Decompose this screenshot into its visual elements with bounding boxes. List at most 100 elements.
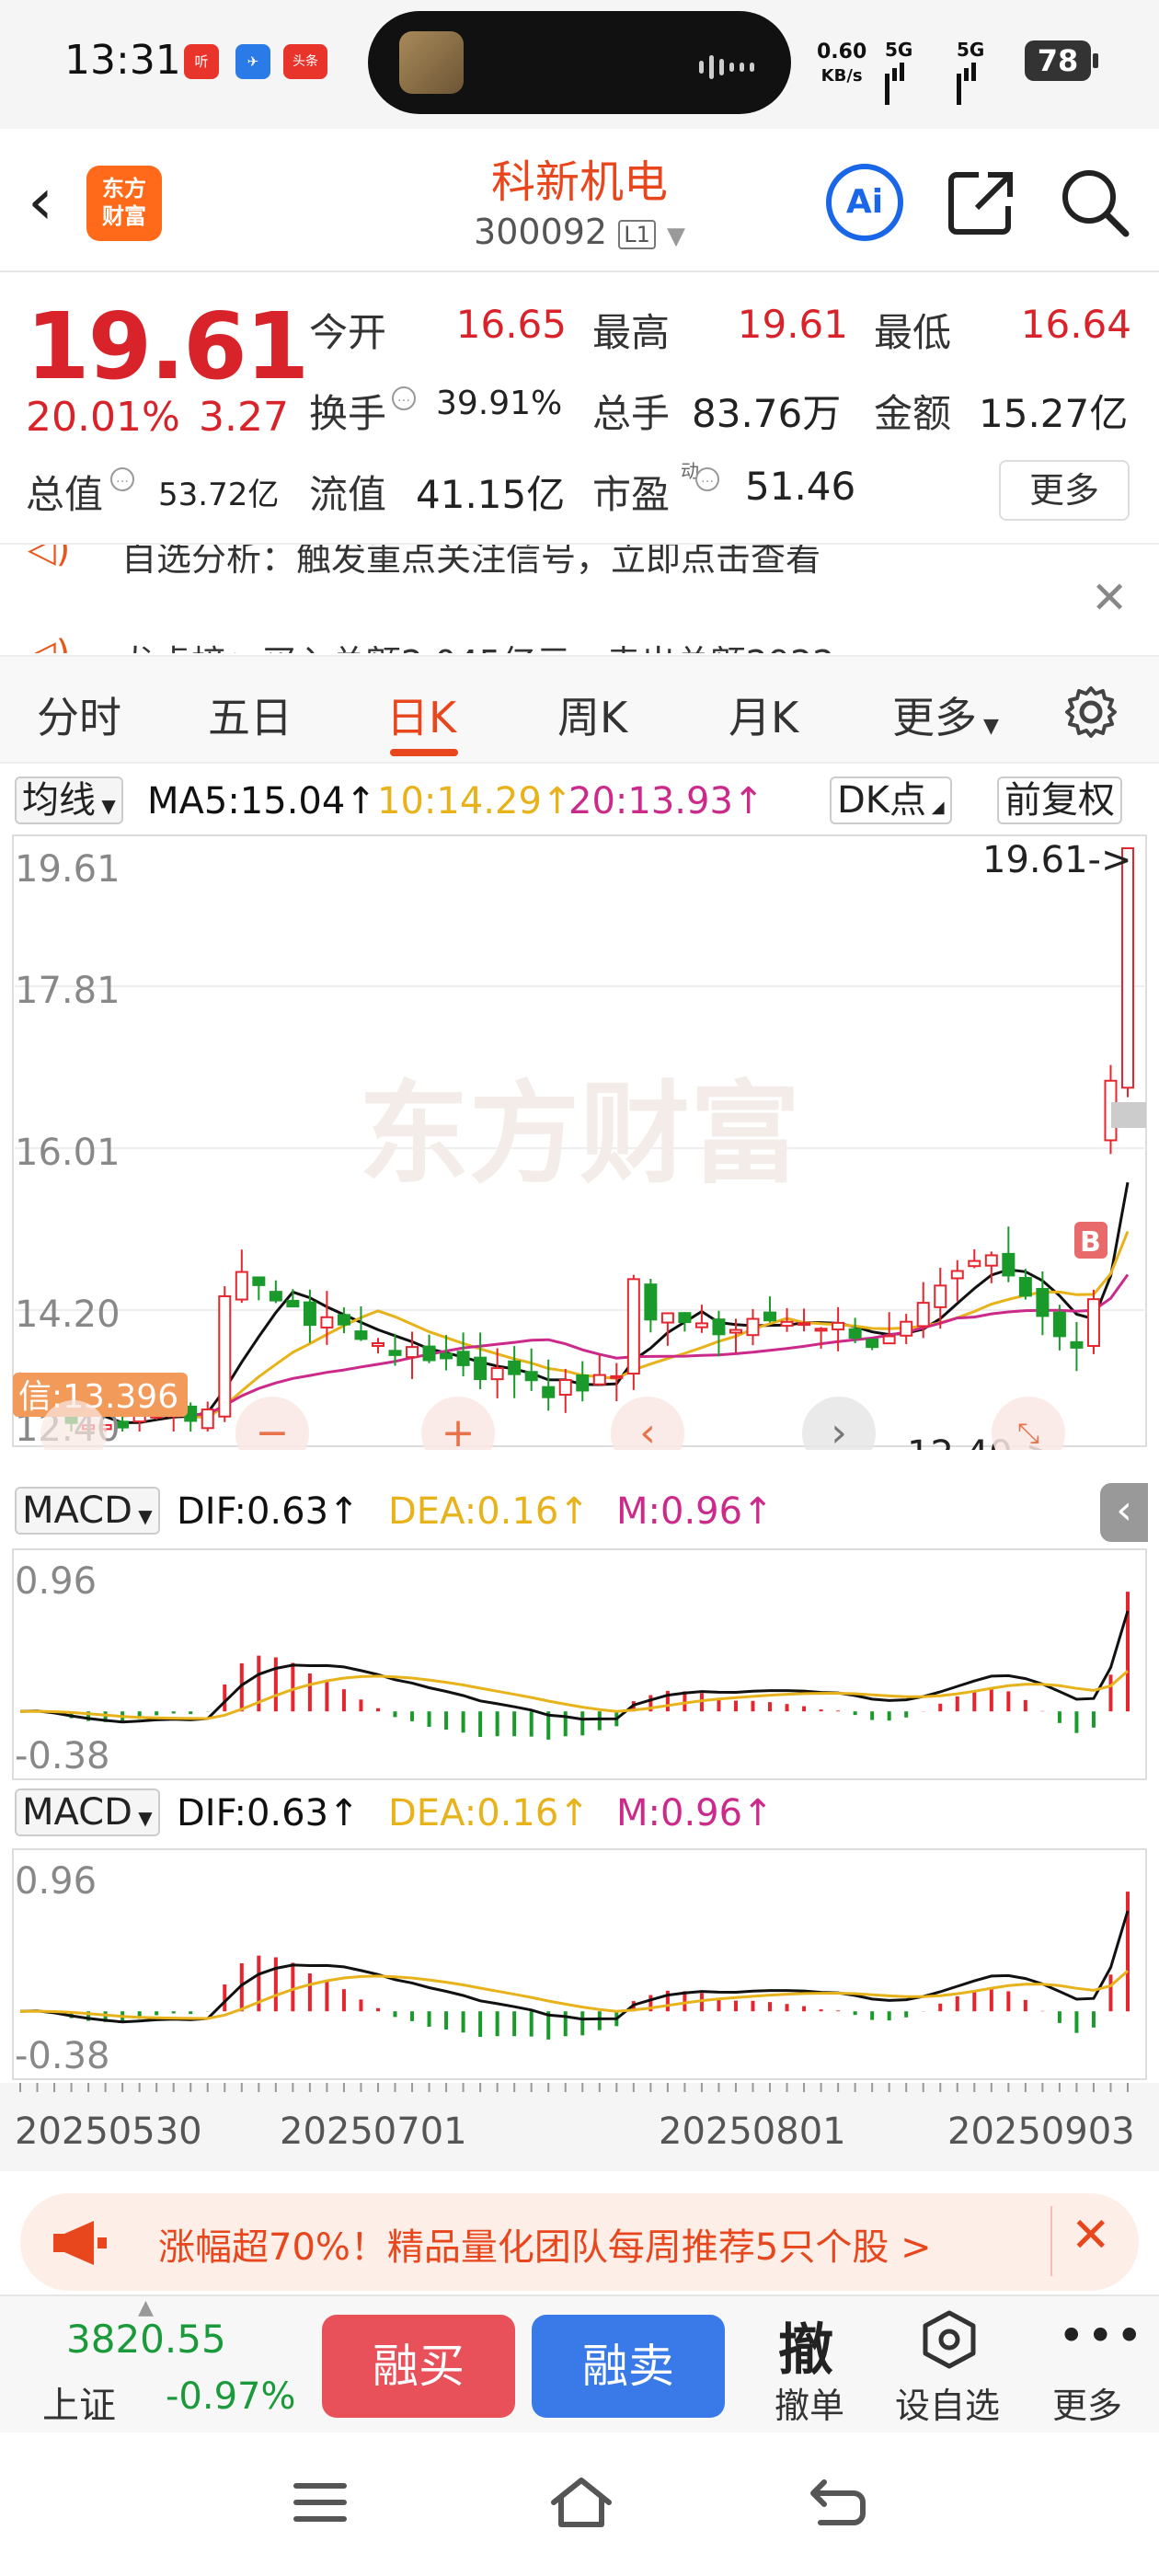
speaker-icon: ◁) xyxy=(28,633,70,653)
tab-weekly-k[interactable]: 周K xyxy=(557,684,627,745)
dk-point-selector[interactable]: DK点 ◢ xyxy=(830,776,952,824)
candle-body xyxy=(592,1374,606,1386)
level-badge: L1 xyxy=(618,219,656,249)
back-nav-icon[interactable] xyxy=(808,2477,866,2528)
quote-more-button[interactable]: 更多 xyxy=(999,460,1130,521)
promo-banner[interactable]: 涨幅超70%！精品量化团队每周推荐5只个股 > ✕ xyxy=(20,2193,1139,2291)
search-icon[interactable] xyxy=(1052,160,1135,243)
candle-body xyxy=(694,1322,708,1328)
audio-wave-icon xyxy=(699,55,760,79)
candle-body xyxy=(1086,1298,1100,1347)
tab-timeshare[interactable]: 分时 xyxy=(37,684,121,745)
margin-sell-button[interactable]: 融卖 xyxy=(532,2315,725,2418)
cancel-order-label[interactable]: 撤单 xyxy=(754,2377,865,2428)
change-amount: 3.27 xyxy=(199,394,289,441)
tab-more[interactable]: 更多 ▼ xyxy=(892,684,999,745)
ma5-value: MA5:15.04↑ xyxy=(147,780,376,822)
caret-down-icon: ▼ xyxy=(132,1505,153,1527)
dynamic-island[interactable] xyxy=(368,11,791,114)
margin-buy-button[interactable]: 融买 xyxy=(322,2315,515,2418)
media-thumbnail xyxy=(399,31,464,94)
candle-body xyxy=(934,1284,947,1308)
active-tab-indicator xyxy=(390,749,458,756)
ai-button[interactable]: Ai xyxy=(826,164,903,241)
candle-body xyxy=(422,1345,436,1362)
x-label-4: 20250903 xyxy=(947,2110,1135,2153)
candle-body xyxy=(371,1341,384,1347)
tab-daily-k[interactable]: 日K xyxy=(386,684,456,745)
index-change: -0.97% xyxy=(166,2375,296,2418)
candle-body xyxy=(201,1409,214,1430)
float-value: 41.15亿 xyxy=(416,472,566,517)
side-panel-toggle[interactable]: ‹ xyxy=(1100,1483,1148,1542)
stock-code-selector[interactable]: 300092 L1 ▼ xyxy=(350,212,809,252)
share-icon[interactable] xyxy=(940,160,1023,243)
adjust-selector[interactable]: 前复权 xyxy=(997,776,1122,824)
ma20-value: 20:13.93↑ xyxy=(568,780,764,822)
candle-body xyxy=(576,1374,590,1392)
ting-app-icon: 听 xyxy=(184,44,219,79)
battery-icon: 78 xyxy=(1025,40,1098,81)
candle-body xyxy=(984,1254,998,1267)
close-icon[interactable]: ✕ xyxy=(1091,572,1128,624)
signal-2-icon: 5G xyxy=(957,39,984,105)
mktcap-value: 53.72亿 xyxy=(158,477,280,513)
info-dot-icon[interactable]: … xyxy=(107,467,138,491)
candle-body xyxy=(1121,847,1134,1089)
candle-body xyxy=(746,1317,760,1337)
kline-chart[interactable]: 东方财富 19.61 17.81 16.01 14.20 12.40 19.61… xyxy=(0,832,1159,1476)
candle-body xyxy=(269,1291,282,1302)
chevron-left-icon: ‹ xyxy=(639,1409,656,1450)
add-watchlist-label[interactable]: 设自选 xyxy=(892,2377,1003,2428)
macd-selector-2[interactable]: MACD ▼ xyxy=(15,1788,160,1836)
candle-body xyxy=(968,1259,981,1268)
dif-value: DIF:0.63↑ xyxy=(177,1792,360,1834)
info-dot-icon[interactable]: … xyxy=(692,467,723,491)
scroll-handle[interactable] xyxy=(1111,1102,1146,1128)
turnover-value: 39.91% xyxy=(436,385,563,422)
macd-indicator-row-1: MACD ▼ DIF:0.63↑ DEA:0.16↑ M:0.96↑ ‹ xyxy=(0,1483,1159,1544)
index-value[interactable]: 3820.55 xyxy=(66,2317,226,2362)
cancel-order-icon[interactable]: 撤 xyxy=(778,2306,833,2386)
more-label[interactable]: 更多 xyxy=(1032,2377,1142,2428)
dif-value: DIF:0.63↑ xyxy=(177,1490,360,1533)
quote-panel: 19.61 20.01% 3.27 今开 16.65 最高 19.61 最低 1… xyxy=(0,274,1159,541)
close-icon[interactable]: ✕ xyxy=(1071,2208,1111,2263)
amount-value: 15.27亿 xyxy=(979,391,1129,436)
promo-text[interactable]: 涨幅超70%！精品量化团队每周推荐5只个股 > xyxy=(158,2217,932,2271)
candle-body xyxy=(832,1321,845,1331)
stock-code: 300092 xyxy=(474,212,608,252)
tab-five-day[interactable]: 五日 xyxy=(208,684,293,745)
info-dot-icon[interactable]: … xyxy=(388,386,419,410)
notice-ticker[interactable]: ◁) 自选分析：触发重点关注信号，立即点击查看 ◁) 龙虎榜：买入总额2.045… xyxy=(0,543,1159,653)
notice-line-1[interactable]: 自选分析：触发重点关注信号，立即点击查看 xyxy=(121,545,820,581)
low-value: 16.64 xyxy=(1020,302,1131,347)
chart-watermark: 东方财富 xyxy=(359,1071,800,1199)
add-watchlist-icon[interactable] xyxy=(920,2309,979,2370)
candle-body xyxy=(320,1316,334,1328)
candle-body xyxy=(354,1330,368,1340)
notice-line-2[interactable]: 龙虎榜：买入总额2.045亿元，卖出总额2922... xyxy=(121,635,868,653)
gear-icon[interactable] xyxy=(1061,683,1120,742)
home-icon[interactable] xyxy=(548,2475,614,2530)
back-icon[interactable]: ‹ xyxy=(28,169,53,234)
candle-body xyxy=(490,1367,504,1381)
turnover-label: 换手 xyxy=(309,391,387,436)
menu-icon[interactable] xyxy=(293,2480,348,2524)
ma-selector[interactable]: 均线 ▼ xyxy=(15,776,123,824)
candle-body xyxy=(626,1278,640,1375)
x-axis-ticks xyxy=(19,2083,1129,2092)
macd-chart-1[interactable]: 0.96 -0.38 xyxy=(0,1546,1159,1783)
candle-body xyxy=(1002,1252,1016,1277)
macd-chart-2[interactable]: 0.96 -0.38 xyxy=(0,1846,1159,2083)
more-dots-icon[interactable]: ••• xyxy=(1058,2309,1144,2363)
macd-svg-1: 0.96 -0.38 xyxy=(12,1548,1147,1780)
candle-body xyxy=(660,1312,674,1324)
macd-selector-1[interactable]: MACD ▼ xyxy=(15,1487,160,1535)
candle-body xyxy=(235,1271,248,1301)
candle-body xyxy=(798,1322,811,1327)
candle-body xyxy=(508,1360,522,1375)
candle-body xyxy=(916,1302,930,1328)
kline-svg[interactable]: 东方财富 19.61 17.81 16.01 14.20 12.40 19.61… xyxy=(0,832,1159,1476)
tab-monthly-k[interactable]: 月K xyxy=(729,684,798,745)
